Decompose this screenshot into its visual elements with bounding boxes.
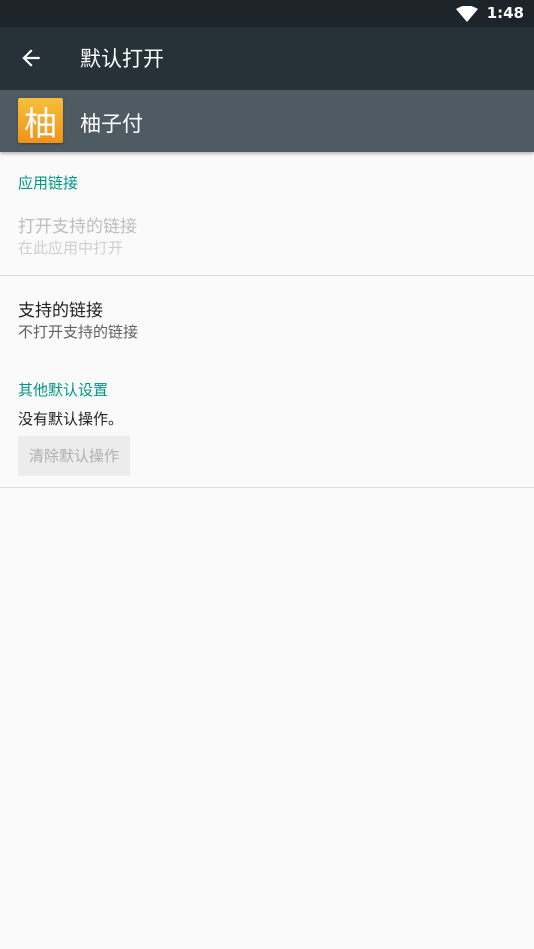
open-supported-links-row: 打开支持的链接 在此应用中打开 [0, 200, 534, 275]
arrow-left-icon[interactable] [18, 45, 44, 71]
supported-links-summary: 不打开支持的链接 [18, 323, 139, 341]
wifi-icon [456, 6, 478, 22]
clear-defaults-button[interactable]: 清除默认操作 [18, 436, 130, 475]
open-supported-links-summary: 在此应用中打开 [18, 239, 124, 257]
open-supported-links-title: 打开支持的链接 [18, 217, 137, 237]
no-default-status: 没有默认操作。 [18, 410, 124, 428]
divider [0, 275, 534, 276]
app-name: 柚子付 [80, 112, 143, 136]
divider [0, 487, 534, 488]
supported-links-title: 支持的链接 [18, 301, 103, 321]
section-header-other-defaults: 其他默认设置 [18, 381, 109, 399]
page-title: 默认打开 [80, 47, 164, 71]
toolbar: 默认打开 [0, 27, 534, 90]
section-header-app-links: 应用链接 [18, 174, 79, 192]
supported-links-row[interactable]: 支持的链接 不打开支持的链接 [0, 284, 534, 354]
app-icon: 柚 [18, 98, 63, 143]
status-time: 1:48 [486, 4, 524, 22]
app-header: 柚 柚子付 [0, 90, 534, 152]
status-bar: 1:48 [0, 0, 534, 27]
